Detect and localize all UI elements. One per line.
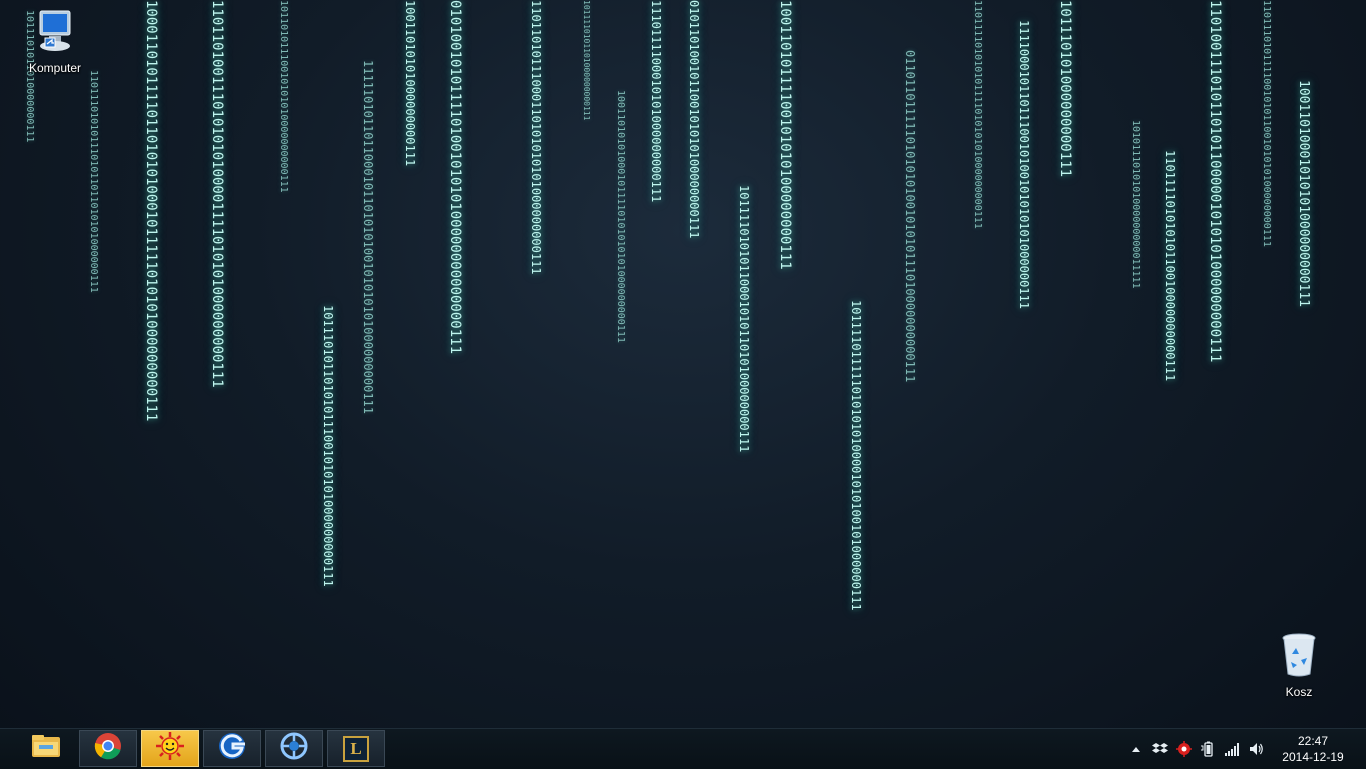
clock-date: 2014-12-19: [1282, 750, 1344, 764]
binary-column: 0101001010111101001010101000000000000001…: [447, 0, 463, 355]
folder-icon: [29, 731, 63, 766]
binary-column: 1111000101101110010100101010101000000111: [1017, 20, 1031, 309]
battery-icon[interactable]: [1200, 741, 1216, 757]
taskbar-sun-app-button[interactable]: [141, 730, 199, 767]
recycle-bin-desktop-icon[interactable]: Kosz: [1264, 632, 1334, 699]
recycle-bin-icon: [1264, 632, 1334, 681]
tray-clock[interactable]: 22:47 2014-12-19: [1278, 733, 1348, 765]
binary-column: 1101001110101101011000001010101000000000…: [1207, 0, 1223, 363]
network-signal-icon[interactable]: [1224, 741, 1240, 757]
binary-column: 11011110101010110010000000000111: [1163, 150, 1177, 382]
taskbar-g-app-button[interactable]: [203, 730, 261, 767]
binary-column: 1010111010101000000000011111: [1130, 120, 1141, 289]
taskbar-wheel-app-button[interactable]: [265, 730, 323, 767]
binary-column: 11011110101010111101010101000000000111: [972, 0, 983, 229]
taskbar-file-explorer-button[interactable]: [17, 730, 75, 767]
desktop-background[interactable]: 1011101011010000000111 11011101010111010…: [0, 0, 1366, 728]
binary-column: 1011110101101000000000111: [582, 0, 591, 121]
taskbar-chrome-button[interactable]: [79, 730, 137, 767]
taskbar-league-of-legends-button[interactable]: L: [327, 730, 385, 767]
binary-column: 1101110101011101011011010101000000111: [88, 70, 99, 293]
binary-column: 11011010111000110101010101000000000111: [529, 0, 543, 275]
binary-column: 10011010111100101010100000000111: [777, 0, 793, 270]
computer-icon: [20, 8, 90, 57]
binary-column: 1101110101111001010110010101010000000011…: [1261, 0, 1272, 247]
taskbar: L 22:47 2014-12-19: [0, 728, 1366, 769]
binary-column: 10011010001010101000000000111: [1296, 80, 1311, 307]
sun-face-icon: [155, 731, 185, 766]
binary-column: 1011110101011000101011010100000000111: [737, 185, 751, 453]
desktop-icon-label: Komputer: [28, 61, 82, 75]
binary-column: 1101101001110101010100001111010101000000…: [209, 0, 225, 388]
binary-column: 0110110111110101010100101010111010000000…: [903, 50, 917, 383]
desktop-icon-label: Kosz: [1285, 685, 1313, 699]
volume-icon[interactable]: [1248, 741, 1264, 757]
binary-column: 1011110111110101010100001010100101000000…: [849, 300, 863, 611]
lol-letter: L: [350, 738, 362, 758]
binary-column: 1000110101111011010101000101111101010100…: [143, 0, 159, 422]
antivirus-icon[interactable]: [1176, 741, 1192, 757]
clock-time: 22:47: [1297, 734, 1329, 748]
binary-column: 10110101110010101010000000000111: [278, 0, 289, 193]
lol-icon: L: [343, 735, 369, 762]
computer-desktop-icon[interactable]: Komputer: [20, 8, 90, 75]
chrome-icon: [93, 731, 123, 766]
binary-column: 101110101101010111001010101000000000111: [321, 305, 335, 587]
blue-wheel-icon: [279, 731, 309, 766]
blue-g-icon: [217, 731, 247, 766]
binary-column: 1110111100010101000000000111: [649, 0, 663, 203]
show-hidden-arrow-icon[interactable]: [1128, 741, 1144, 757]
binary-column: 101110101000000000111: [1057, 0, 1073, 178]
binary-column: 1111101011011000101101010100101010101000…: [361, 60, 375, 415]
binary-column: 1001101010100010111101010101010000000001…: [615, 90, 626, 343]
binary-column: 10011010101000000000111: [403, 0, 417, 167]
dropbox-icon[interactable]: [1152, 741, 1168, 757]
binary-column: 010110100101100101010100000000111: [687, 0, 701, 239]
